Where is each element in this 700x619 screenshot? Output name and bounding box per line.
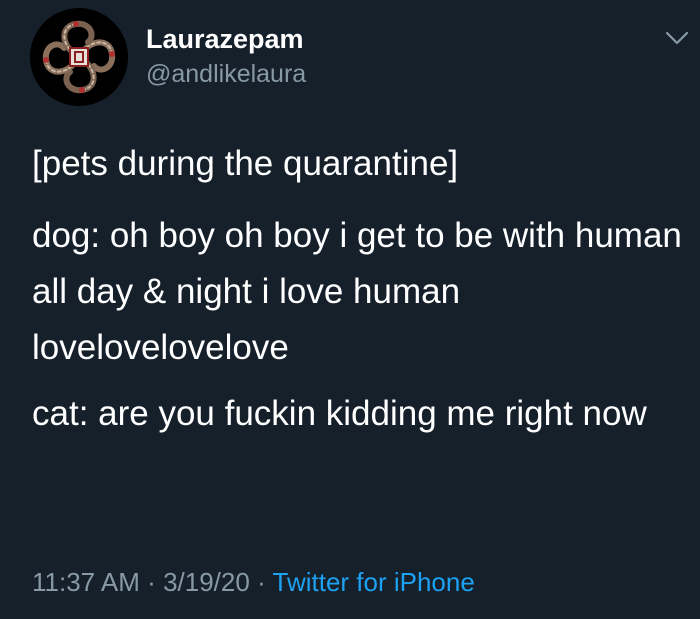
tweet-text: [pets during the quarantine] dog: oh boy… xyxy=(32,136,682,442)
meta-separator: · xyxy=(147,567,156,597)
chevron-down-icon[interactable] xyxy=(664,28,690,48)
tweet-metadata: 11:37 AM · 3/19/20 · Twitter for iPhone xyxy=(32,562,475,602)
tweet-date[interactable]: 3/19/20 xyxy=(163,567,250,597)
tweet-paragraph: dog: oh boy oh boy i get to be with huma… xyxy=(32,216,682,367)
tweet-time[interactable]: 11:37 AM xyxy=(32,567,140,597)
tweet-paragraph: [pets during the quarantine] xyxy=(32,144,459,183)
meta-separator: · xyxy=(257,567,266,597)
tweet-paragraph: cat: are you fuckin kidding me right now xyxy=(32,394,647,433)
author-display-name[interactable]: Laurazepam xyxy=(146,22,304,56)
author-handle[interactable]: @andlikelaura xyxy=(146,58,306,90)
coiled-snakes-avatar-icon xyxy=(30,8,128,106)
tweet-card: Laurazepam @andlikelaura [pets during th… xyxy=(0,0,700,619)
avatar[interactable] xyxy=(30,8,128,106)
tweet-source-link[interactable]: Twitter for iPhone xyxy=(273,567,475,597)
